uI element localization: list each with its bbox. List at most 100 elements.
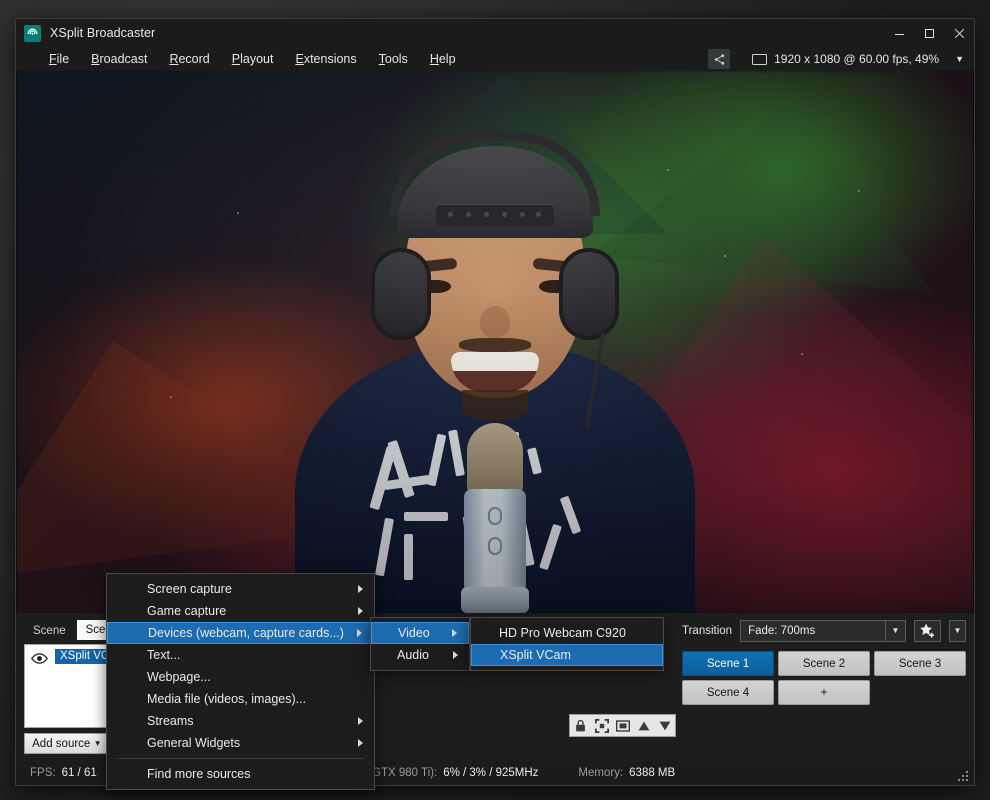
transition-select[interactable]: Fade: 700ms ▼: [740, 620, 906, 642]
chevron-right-icon: [358, 607, 363, 615]
chevron-right-icon: [453, 651, 458, 659]
chevron-down-icon[interactable]: ▼: [955, 54, 964, 64]
close-button[interactable]: [944, 19, 974, 47]
lock-icon[interactable]: [570, 715, 591, 736]
chevron-down-icon[interactable]: ▼: [885, 621, 905, 641]
menu-help[interactable]: Help: [419, 49, 467, 69]
picture-in-picture-icon[interactable]: [612, 715, 633, 736]
resolution-text: 1920 x 1080 @ 60.00 fps, 49%: [774, 52, 939, 66]
video-device-xsplit-vcam[interactable]: XSplit VCam: [471, 644, 663, 666]
memory-value: 6388 MB: [629, 767, 675, 779]
menu-item-media-file[interactable]: Media file (videos, images)...: [107, 688, 374, 710]
resolution-selector[interactable]: 1920 x 1080 @ 60.00 fps, 49% ▼: [752, 52, 964, 66]
maximize-button[interactable]: [914, 19, 944, 47]
menu-item-screen-capture[interactable]: Screen capture: [107, 578, 374, 600]
gpu-value: 6% / 3% / 925MHz: [443, 767, 538, 779]
video-device-hd-pro-webcam-c920[interactable]: HD Pro Webcam C920: [471, 622, 663, 644]
scene-button-grid: Scene 1 Scene 2 Scene 3 Scene 4 +: [682, 651, 966, 705]
chevron-down-icon: ▾: [95, 738, 100, 749]
source-tools-toolbar: [569, 714, 676, 737]
scene-add-button[interactable]: +: [778, 680, 870, 705]
menu-item-label: General Widgets: [147, 736, 240, 750]
menu-record[interactable]: Record: [158, 49, 220, 69]
add-source-button[interactable]: Add source ▾: [24, 733, 108, 754]
scene-switcher-panel: Transition Fade: 700ms ▼ ▼: [682, 619, 966, 755]
headphone-earcup: [559, 248, 619, 340]
menu-item-label: Media file (videos, images)...: [147, 692, 306, 706]
menu-separator: [117, 758, 364, 759]
chevron-right-icon: [452, 629, 457, 637]
fps-label: FPS:: [30, 767, 56, 779]
scene-button-2[interactable]: Scene 2: [778, 651, 870, 676]
menu-item-label: Game capture: [147, 604, 226, 618]
window-controls: [884, 19, 974, 47]
add-transition-star-icon[interactable]: [914, 620, 941, 642]
person-moustache: [459, 338, 531, 352]
menu-item-game-capture[interactable]: Game capture: [107, 600, 374, 622]
status-memory: Memory: 6388 MB: [578, 767, 675, 779]
menu-item-devices[interactable]: Devices (webcam, capture cards...): [107, 622, 374, 644]
desktop-background: XSplit Broadcaster File Broadcast Record…: [0, 0, 990, 800]
video-device-label: HD Pro Webcam C920: [499, 626, 626, 640]
menu-item-label: Devices (webcam, capture cards...): [148, 626, 344, 640]
menu-playout[interactable]: Playout: [221, 49, 285, 69]
devices-submenu[interactable]: Video Audio: [370, 617, 470, 671]
video-device-label: XSplit VCam: [500, 648, 571, 662]
scene-button-1[interactable]: Scene 1: [682, 651, 774, 676]
menu-broadcast[interactable]: Broadcast: [80, 49, 158, 69]
memory-label: Memory:: [578, 767, 623, 779]
menu-item-webpage[interactable]: Webpage...: [107, 666, 374, 688]
menu-item-label: Streams: [147, 714, 194, 728]
gpu-label: GTX 980 Ti):: [372, 767, 437, 779]
menu-file-label: ile: [57, 52, 70, 66]
menu-bar: File Broadcast Record Playout Extensions…: [16, 47, 974, 71]
microphone: [458, 423, 532, 613]
share-icon[interactable]: [708, 49, 730, 69]
title-bar: XSplit Broadcaster: [16, 19, 974, 47]
submenu-item-audio[interactable]: Audio: [371, 644, 469, 666]
menu-item-text[interactable]: Text...: [107, 644, 374, 666]
scene-button-4[interactable]: Scene 4: [682, 680, 774, 705]
microphone-base: [461, 587, 529, 613]
menu-item-general-widgets[interactable]: General Widgets: [107, 732, 374, 754]
menu-item-label: Screen capture: [147, 582, 232, 596]
move-down-icon[interactable]: [654, 715, 675, 736]
submenu-item-video[interactable]: Video: [371, 622, 469, 644]
resize-grip[interactable]: [958, 771, 969, 782]
preview-stage[interactable]: [17, 71, 973, 613]
window-title: XSplit Broadcaster: [50, 26, 155, 40]
video-devices-submenu[interactable]: HD Pro Webcam C920 XSplit VCam: [470, 617, 664, 671]
scene-button-3[interactable]: Scene 3: [874, 651, 966, 676]
menu-item-find-more-sources[interactable]: Find more sources: [107, 763, 374, 785]
headphone-earcup: [371, 248, 431, 340]
menu-item-label: Find more sources: [147, 767, 251, 781]
move-up-icon[interactable]: [633, 715, 654, 736]
submenu-item-label: Video: [398, 626, 430, 640]
add-transition-caret[interactable]: ▼: [949, 620, 966, 642]
minimize-button[interactable]: [884, 19, 914, 47]
menu-item-label: Text...: [147, 648, 180, 662]
chevron-right-icon: [357, 629, 362, 637]
submenu-item-label: Audio: [397, 648, 429, 662]
menu-bar-right: 1920 x 1080 @ 60.00 fps, 49% ▼: [708, 47, 974, 71]
fps-value: 61 / 61: [62, 767, 97, 779]
chevron-right-icon: [358, 585, 363, 593]
add-source-label: Add source: [32, 738, 90, 750]
microphone-body: [464, 489, 526, 593]
person-nose: [480, 306, 510, 338]
status-gpu: GTX 980 Ti): 6% / 3% / 925MHz: [372, 767, 538, 779]
eye-icon[interactable]: [31, 651, 48, 662]
chevron-right-icon: [358, 717, 363, 725]
fit-to-screen-icon[interactable]: [591, 715, 612, 736]
add-source-context-menu[interactable]: Screen capture Game capture Devices (web…: [106, 573, 375, 790]
tab-scene[interactable]: Scene: [24, 622, 75, 640]
headphones-band: [390, 132, 600, 216]
preview-stage-wrapper: [16, 71, 974, 613]
menu-file[interactable]: File: [38, 49, 80, 69]
menu-extensions[interactable]: Extensions: [284, 49, 367, 69]
transition-row: Transition Fade: 700ms ▼ ▼: [682, 619, 966, 642]
menu-item-streams[interactable]: Streams: [107, 710, 374, 732]
monitor-icon: [752, 54, 767, 65]
menu-tools[interactable]: Tools: [368, 49, 419, 69]
chevron-right-icon: [358, 739, 363, 747]
